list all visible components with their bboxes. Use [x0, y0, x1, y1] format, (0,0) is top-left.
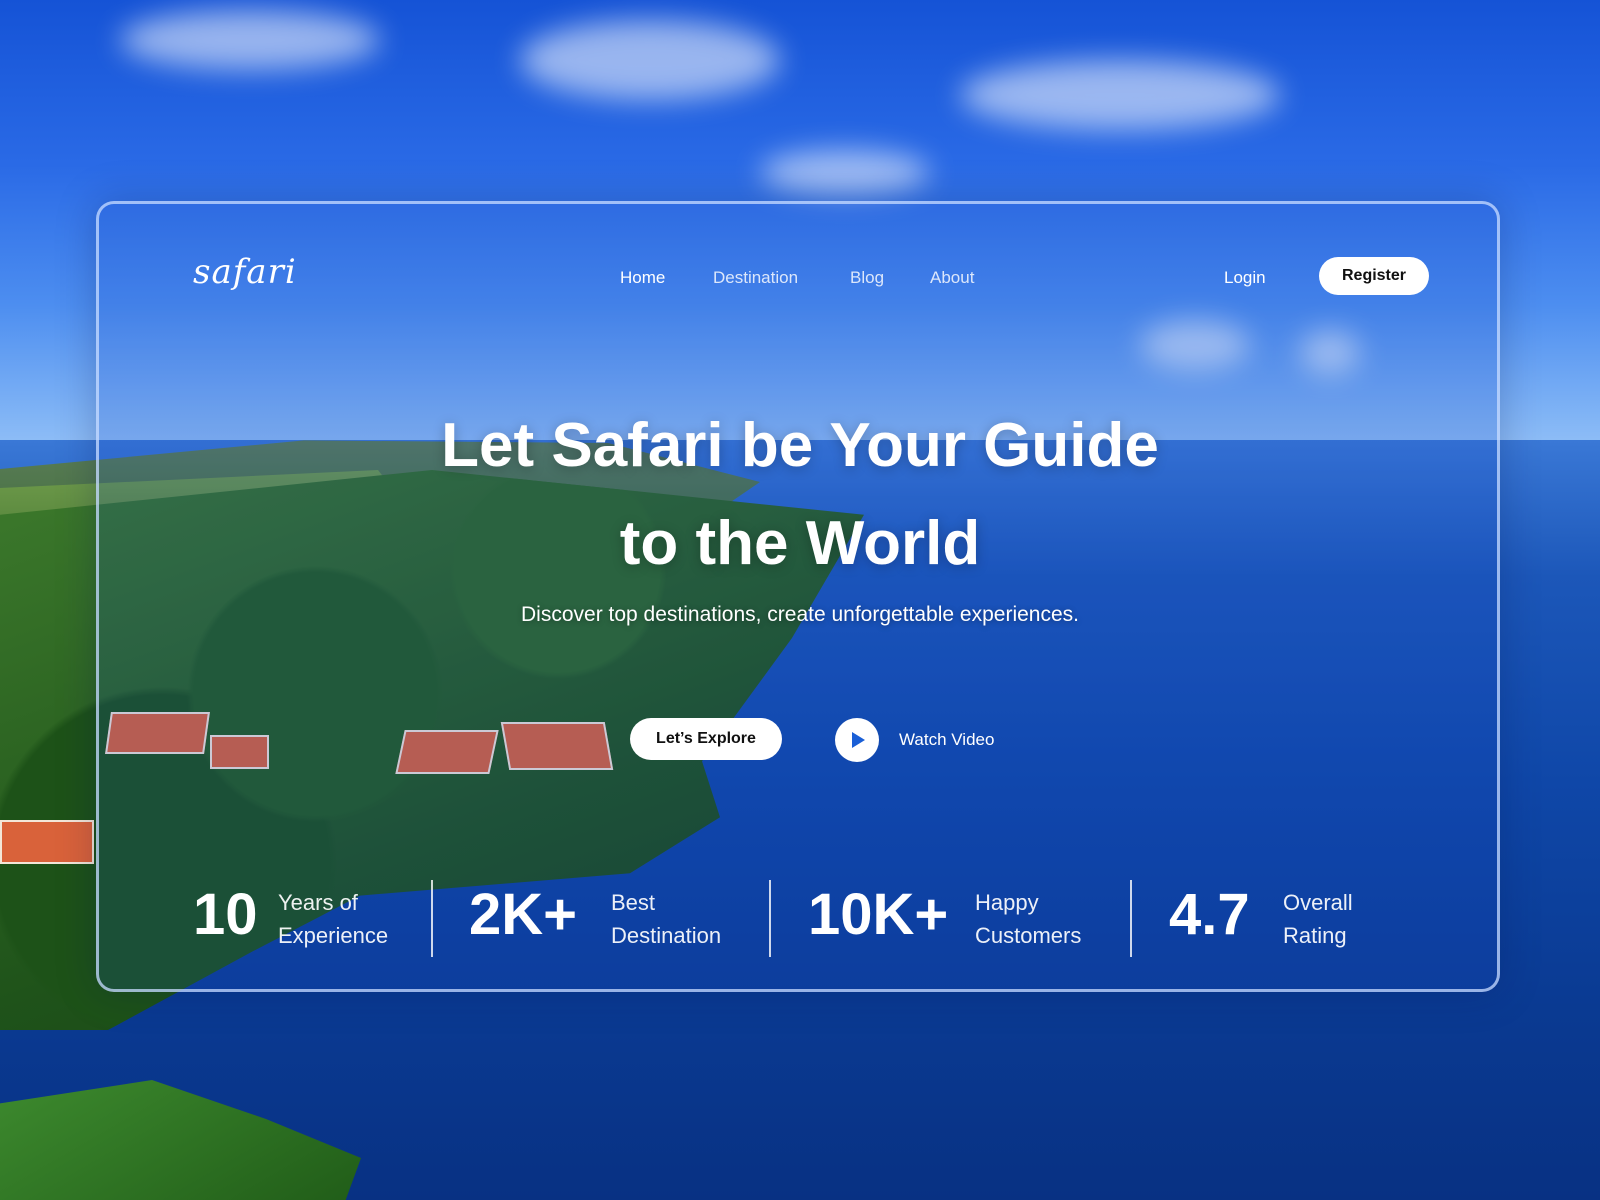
stat-label-rating-2: Rating [1283, 923, 1347, 948]
nav-about[interactable]: About [930, 268, 974, 288]
play-icon[interactable] [835, 718, 879, 762]
resort-roof [0, 820, 94, 864]
stat-divider [1130, 880, 1132, 957]
stat-label-customers-1: Happy [975, 890, 1039, 915]
stat-value-years: 10 [193, 882, 258, 947]
stat-divider [769, 880, 771, 957]
cloud [960, 60, 1280, 130]
login-link[interactable]: Login [1224, 268, 1266, 288]
stat-divider [431, 880, 433, 957]
hero-headline: Let Safari be Your Guide [441, 411, 1159, 480]
nav-blog[interactable]: Blog [850, 268, 884, 288]
stat-value-destinations: 2K+ [469, 882, 578, 947]
watch-video-label[interactable]: Watch Video [899, 730, 994, 750]
register-button[interactable]: Register [1319, 257, 1429, 295]
stat-label-destinations-1: Best [611, 890, 656, 915]
stat-label-rating-1: Overall [1283, 890, 1353, 915]
logo[interactable]: safari [193, 252, 297, 292]
stat-value-rating: 4.7 [1169, 882, 1250, 947]
stat-label-customers-2: Customers [975, 923, 1082, 948]
cloud [520, 20, 780, 100]
stat-label-years-2: Experience [278, 923, 389, 948]
hero-card [96, 201, 1500, 992]
stat-label-destinations-2: Destination [611, 923, 722, 948]
hero-headline-line2: to the World [619, 509, 981, 578]
explore-button[interactable]: Let’s Explore [630, 718, 782, 760]
hero-subtitle: Discover top destinations, create unforg… [521, 603, 1079, 626]
stat-value-customers: 10K+ [808, 882, 949, 947]
stat-label-years-1: Years of [278, 890, 358, 915]
nav-destination[interactable]: Destination [713, 268, 798, 288]
cloud [120, 10, 380, 70]
nav-home[interactable]: Home [620, 268, 665, 288]
watch-video-button[interactable]: Watch Video [835, 718, 994, 762]
cloud [760, 150, 930, 195]
